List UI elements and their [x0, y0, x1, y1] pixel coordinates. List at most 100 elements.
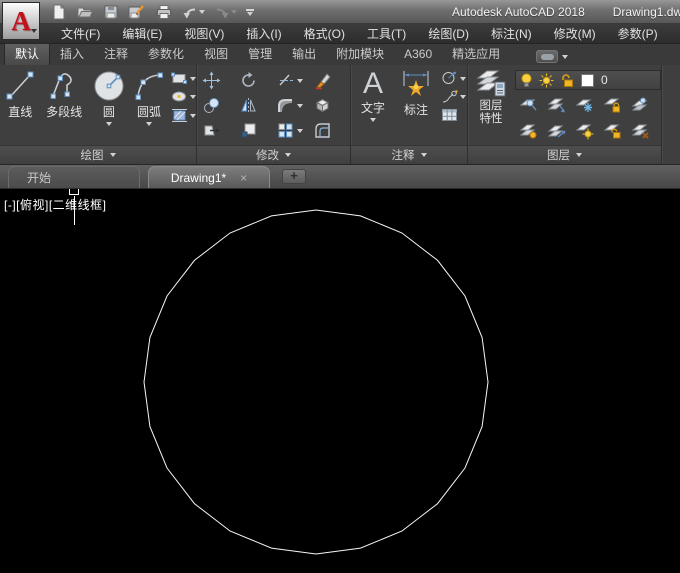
layer-select-combobox[interactable]: 0 — [515, 70, 661, 90]
ribbon-tab-view[interactable]: 视图 — [194, 44, 238, 65]
ribbon-tab-addins[interactable]: 附加模块 — [326, 44, 394, 65]
fillet-button[interactable] — [276, 96, 313, 115]
layer-match-button[interactable] — [629, 94, 653, 116]
save-as-button[interactable] — [128, 4, 146, 20]
new-file-icon — [50, 4, 67, 20]
annotate-panel-caret-icon — [421, 153, 427, 157]
menu-edit[interactable]: 编辑(E) — [111, 24, 173, 44]
layer-change-button[interactable] — [545, 120, 569, 142]
layer-properties-button[interactable]: 图层 特性 — [473, 68, 509, 126]
arc-dropdown-caret-icon[interactable] — [146, 122, 152, 126]
layer-delete-button[interactable] — [629, 120, 653, 142]
offset-icon — [313, 121, 332, 140]
hatch-button[interactable] — [171, 108, 196, 123]
menu-insert[interactable]: 插入(I) — [235, 24, 292, 44]
save-button[interactable] — [103, 4, 119, 20]
erase-button[interactable] — [313, 71, 350, 90]
layer-isolate-button[interactable] — [517, 94, 541, 116]
ribbon-tab-output[interactable]: 输出 — [282, 44, 326, 65]
plot-button[interactable] — [155, 4, 173, 20]
ribbon-tab-home[interactable]: 默认 — [4, 43, 50, 65]
layer-thaw-icon — [575, 123, 595, 140]
redo-dropdown-caret-icon[interactable] — [231, 10, 237, 14]
drawing-canvas[interactable]: [-][俯视][二维线框] — [0, 189, 680, 573]
dimension-button[interactable]: 标注 — [394, 68, 438, 117]
ribbon-tab-annotate[interactable]: 注释 — [94, 44, 138, 65]
fillet-caret-icon[interactable] — [297, 104, 303, 108]
layer-thaw-button[interactable] — [573, 120, 597, 142]
layer-unisolate-button[interactable] — [545, 94, 569, 116]
menu-dimension[interactable]: 标注(N) — [480, 24, 543, 44]
menu-tools[interactable]: 工具(T) — [356, 24, 417, 44]
trim-caret-icon[interactable] — [297, 79, 303, 83]
menu-format[interactable]: 格式(O) — [293, 24, 356, 44]
layer-match-icon — [631, 97, 651, 114]
annotate-small-tools — [441, 68, 466, 122]
menu-draw[interactable]: 绘图(D) — [417, 24, 480, 44]
qat-customize-button[interactable] — [246, 9, 254, 16]
titlebar: A — [0, 0, 680, 24]
file-tab-bar: 开始 Drawing1* × + — [0, 165, 680, 189]
arc-button[interactable]: 圆弧 — [129, 68, 169, 126]
redo-button[interactable] — [214, 5, 237, 20]
ribbon-display-options-button[interactable] — [536, 50, 568, 63]
ribbon-tab-insert[interactable]: 插入 — [50, 44, 94, 65]
undo-button[interactable] — [182, 5, 205, 20]
text-button[interactable]: A 文字 — [355, 68, 391, 122]
annotate-panel-title[interactable]: 注释 — [351, 145, 467, 164]
application-menu-button[interactable]: A — [2, 2, 40, 40]
menu-modify[interactable]: 修改(M) — [543, 24, 607, 44]
polyline-button[interactable]: 多段线 — [40, 68, 89, 119]
unlock-icon — [561, 73, 574, 88]
close-tab-icon[interactable]: × — [240, 172, 247, 184]
ribbon-tab-a360[interactable]: A360 — [394, 44, 442, 65]
ribbon-tab-manage[interactable]: 管理 — [238, 44, 282, 65]
mirror-button[interactable] — [239, 96, 276, 115]
ribbon-tab-parametric[interactable]: 参数化 — [138, 44, 194, 65]
scale-button[interactable] — [239, 121, 276, 140]
drawn-circle[interactable] — [144, 210, 488, 554]
file-tab-drawing1[interactable]: Drawing1* × — [148, 166, 270, 188]
draw-panel-title[interactable]: 绘图 — [0, 145, 196, 164]
copy-button[interactable] — [202, 96, 239, 115]
explode-button[interactable] — [313, 96, 350, 115]
modify-panel-title[interactable]: 修改 — [197, 145, 350, 164]
circle-button[interactable]: 圆 — [91, 68, 127, 126]
new-file-button[interactable] — [50, 4, 67, 20]
layer-unlock-icon — [603, 123, 623, 140]
layer-freeze-button[interactable] — [573, 94, 597, 116]
ribbon-tab-featured-apps[interactable]: 精选应用 — [442, 44, 510, 65]
layers-panel-title[interactable]: 图层 — [468, 145, 661, 164]
layer-unlock-button[interactable] — [601, 120, 625, 142]
rotate-button[interactable] — [239, 71, 276, 90]
save-icon — [103, 4, 119, 20]
leader-button[interactable] — [441, 90, 466, 104]
qat-customize-caret-icon — [247, 12, 253, 16]
array-caret-icon[interactable] — [297, 129, 303, 133]
menu-parametric[interactable]: 参数(P) — [607, 24, 669, 44]
dimension-style-button[interactable] — [441, 71, 466, 86]
rectangle-button[interactable] — [171, 72, 196, 85]
move-button[interactable] — [202, 71, 239, 90]
trim-button[interactable] — [276, 71, 313, 90]
line-button[interactable]: 直线 — [3, 68, 38, 119]
app-title: Autodesk AutoCAD 2018 — [452, 5, 585, 19]
layer-on-off-button[interactable] — [517, 120, 541, 142]
ellipse-button[interactable] — [171, 90, 196, 103]
undo-dropdown-caret-icon[interactable] — [199, 10, 205, 14]
array-button[interactable] — [276, 121, 313, 140]
menu-file[interactable]: 文件(F) — [50, 24, 111, 44]
viewport-controls-label[interactable]: [-][俯视][二维线框] — [4, 196, 107, 213]
menu-view[interactable]: 视图(V) — [173, 24, 235, 44]
offset-button[interactable] — [313, 121, 350, 140]
circle-dropdown-caret-icon[interactable] — [106, 122, 112, 126]
stretch-button[interactable] — [202, 121, 239, 140]
text-caret-icon[interactable] — [370, 118, 376, 122]
file-tab-start[interactable]: 开始 — [8, 166, 140, 188]
table-button[interactable] — [441, 108, 466, 122]
hatch-icon — [171, 108, 188, 123]
open-file-button[interactable] — [76, 4, 94, 20]
new-drawing-tab-button[interactable]: + — [282, 169, 306, 184]
layer-lock-button[interactable] — [601, 94, 625, 116]
printer-icon — [155, 4, 173, 20]
